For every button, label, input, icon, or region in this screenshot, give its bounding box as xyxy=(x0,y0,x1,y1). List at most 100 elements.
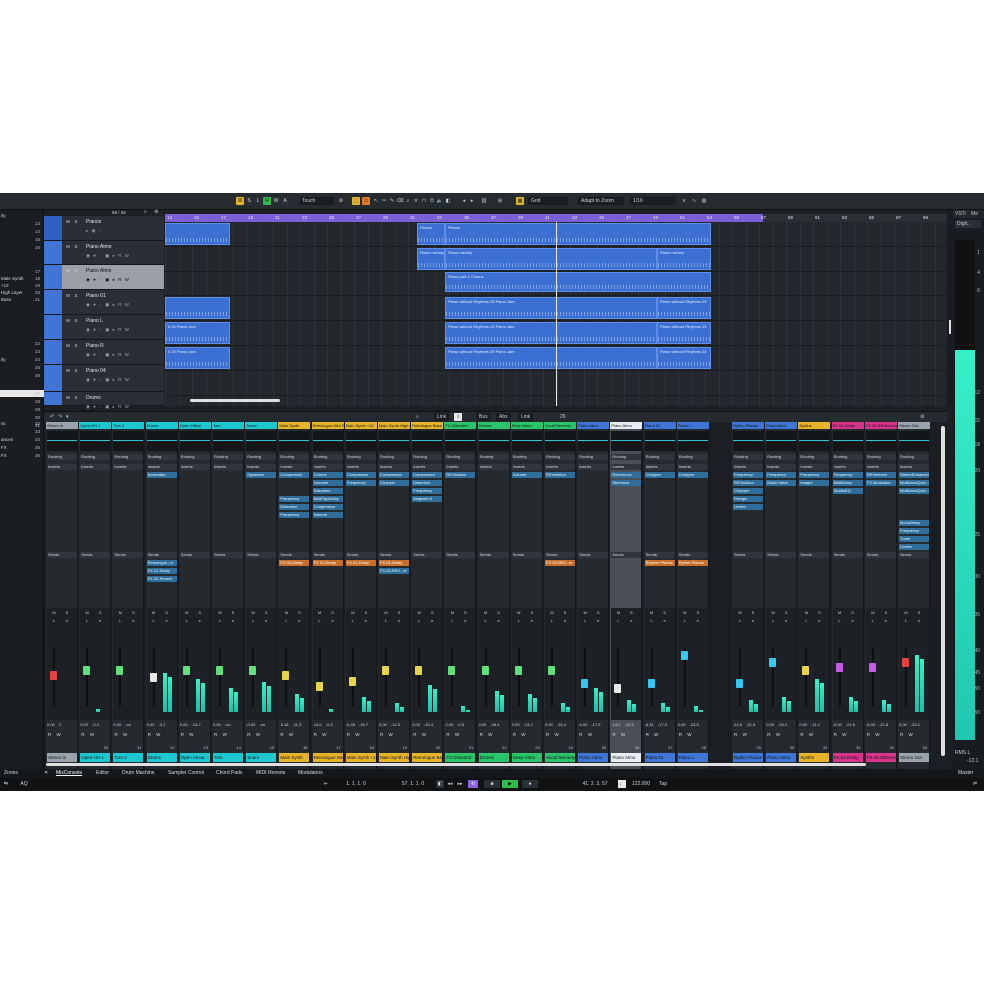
mixer-channel-strip[interactable]: Piano Atmo Routing Inserts Reverence Stereoi… xyxy=(610,422,643,771)
audio-event[interactable]: Pianos xyxy=(445,223,711,245)
left-zone-row[interactable]: ss 32 xyxy=(0,420,44,427)
insert-slot[interactable]: Frequency xyxy=(766,472,797,478)
routing-label[interactable]: Routing xyxy=(379,454,409,460)
sends-label[interactable]: Sends xyxy=(213,552,243,558)
track-controls[interactable]: ◉ ● ◌ ▣ ▸ R W xyxy=(86,327,130,333)
inserts-label[interactable]: Inserts xyxy=(545,464,575,470)
glue-icon[interactable]: ⊓ xyxy=(420,197,428,205)
inserts-label[interactable]: Inserts xyxy=(578,464,609,470)
solo-button[interactable]: S xyxy=(73,219,79,225)
insert-slot[interactable]: Volume xyxy=(511,472,542,478)
insert-slot[interactable]: Chopper xyxy=(677,472,708,478)
inserts-label[interactable]: Inserts xyxy=(179,464,210,470)
send-slot[interactable]: Rhythm Pianos xyxy=(644,560,675,566)
tab-meter[interactable]: Me xyxy=(971,211,978,217)
playhead-cursor[interactable] xyxy=(556,222,557,406)
listen-button[interactable]: L xyxy=(582,618,588,623)
mixer-channel-strip[interactable]: Rythm Pianos Routing Inserts Frequency REVel… xyxy=(732,422,764,771)
cycle-button[interactable]: ⟲ xyxy=(468,780,478,788)
insert-slot[interactable]: Chopper xyxy=(379,480,409,486)
channel-header[interactable]: Vocal Remedy xyxy=(544,422,576,429)
mute-button[interactable]: M xyxy=(65,244,71,250)
close-icon[interactable]: ✕ xyxy=(44,770,48,777)
inserts-label[interactable]: Inserts xyxy=(113,464,144,470)
mute-button[interactable]: M xyxy=(317,610,323,615)
mute-button[interactable]: M xyxy=(65,293,71,299)
channel-eq-curve[interactable] xyxy=(832,431,863,451)
channel-header[interactable]: Rythm Pianos xyxy=(732,422,764,429)
insert-slot[interactable]: MultibandQuin...er xyxy=(899,480,929,486)
volume-fader[interactable] xyxy=(448,666,456,676)
volume-fader[interactable] xyxy=(216,666,223,676)
rewind-icon[interactable]: ◂◂ xyxy=(446,780,454,788)
insert-slot[interactable]: Distortion xyxy=(412,480,443,486)
solo-button[interactable]: S xyxy=(296,610,302,615)
track-controls[interactable]: ◉ ● ◌ ▣ ▸ R W xyxy=(86,352,130,358)
volume-fader[interactable] xyxy=(415,666,423,676)
left-zone-row[interactable]: 25 xyxy=(0,364,44,371)
mixer-channel-strip[interactable]: Open HiHat Routing Inserts Sends M S Le 0.00 -14… xyxy=(178,422,211,771)
listen-button[interactable]: L xyxy=(51,618,57,623)
solo-button[interactable]: S xyxy=(97,610,103,615)
left-zone-row[interactable]: 17 xyxy=(0,268,44,275)
insert-slot[interactable]: StudioEQ xyxy=(832,488,863,494)
edit-button[interactable]: e xyxy=(363,618,369,623)
channel-eq-curve[interactable] xyxy=(312,431,343,451)
routing-label[interactable]: Routing xyxy=(80,454,111,460)
channel-name-footer[interactable]: Retrologue Mini Synth xyxy=(312,753,343,762)
channel-name-footer[interactable]: Tom 2 xyxy=(113,753,144,762)
volume-fader[interactable] xyxy=(382,666,389,676)
link-icon[interactable]: ⛓ xyxy=(480,197,488,205)
channel-name-footer[interactable]: Tom xyxy=(213,753,243,762)
tab-chord-pads[interactable]: Chord Pads xyxy=(216,770,242,777)
channel-eq-curve[interactable] xyxy=(766,431,797,451)
routing-label[interactable]: Routing xyxy=(179,454,210,460)
insert-slot[interactable]: MultibandQuin...er xyxy=(899,488,929,494)
track-controls[interactable]: ◉ ● ◌ ▣ ▸ R W xyxy=(86,377,130,383)
channel-eq-curve[interactable] xyxy=(345,431,376,451)
insert-slot[interactable]: Chopper xyxy=(733,488,763,494)
channel-header[interactable]: FX 02-REVerence xyxy=(864,422,897,429)
left-zone-row[interactable]: Bass 21 xyxy=(0,296,44,303)
channel-name-footer[interactable]: Retrologue Bass xyxy=(412,753,443,762)
tempo-display[interactable]: 122.000 xyxy=(628,780,654,788)
split-icon[interactable]: ✂ xyxy=(380,197,388,205)
insert-slot[interactable]: Stereoize xyxy=(611,480,642,486)
swing-icon[interactable]: ∿ xyxy=(690,197,698,205)
send-slot[interactable]: FX 01-Delay xyxy=(379,560,409,566)
link-toggle[interactable]: Link xyxy=(434,413,450,421)
sends-label[interactable]: Sends xyxy=(445,552,476,558)
toolbar-button-m[interactable]: M xyxy=(236,197,244,205)
read-write-buttons[interactable]: R W xyxy=(646,732,674,738)
mixer-channel-strip[interactable]: Piano L Routing Inserts Chopper Sends Rythm P… xyxy=(676,422,709,771)
volume-fader[interactable] xyxy=(481,666,489,676)
menu-icon[interactable]: ▾ xyxy=(66,414,69,420)
channel-header[interactable]: Drums xyxy=(145,422,178,429)
listen-button[interactable]: L xyxy=(870,618,876,623)
listen-button[interactable]: L xyxy=(803,618,809,623)
track-row[interactable]: M S Piano Atmo ◉ ● ◌ ▣ ▸ R W xyxy=(44,241,164,265)
solo-button[interactable]: S xyxy=(73,343,79,349)
channel-name-footer[interactable]: Drums xyxy=(146,753,177,762)
edit-button[interactable]: e xyxy=(750,618,756,623)
sends-label[interactable]: Sends xyxy=(799,552,830,558)
channel-name-footer[interactable]: FX Distorted xyxy=(445,753,476,762)
solo-button[interactable]: S xyxy=(330,610,336,615)
channel-header[interactable]: Main Synth High Layer xyxy=(378,422,410,429)
channel-header[interactable]: Open HiHat xyxy=(178,422,211,429)
audio-event[interactable]: # 25 Piano Jam xyxy=(165,347,230,369)
edit-button[interactable]: e xyxy=(429,618,435,623)
tab-vsti[interactable]: VSTi xyxy=(955,211,966,217)
solo-button[interactable]: S xyxy=(750,610,756,615)
channel-eq-curve[interactable] xyxy=(578,431,609,451)
send-slot[interactable]: Retrologue_ut xyxy=(146,560,177,566)
listen-button[interactable]: L xyxy=(649,618,655,623)
read-write-buttons[interactable]: R W xyxy=(900,732,928,738)
routing-label[interactable]: Routing xyxy=(766,454,797,460)
insert-slot[interactable]: Compressor xyxy=(312,504,343,510)
track-controls[interactable]: ◉ ● ◌ ▣ ▸ R W xyxy=(86,277,130,283)
routing-label[interactable]: Routing xyxy=(246,454,277,460)
left-zone-row[interactable]: 27 xyxy=(0,390,44,397)
volume-fader[interactable] xyxy=(182,666,190,676)
read-write-buttons[interactable]: R W xyxy=(214,732,242,738)
